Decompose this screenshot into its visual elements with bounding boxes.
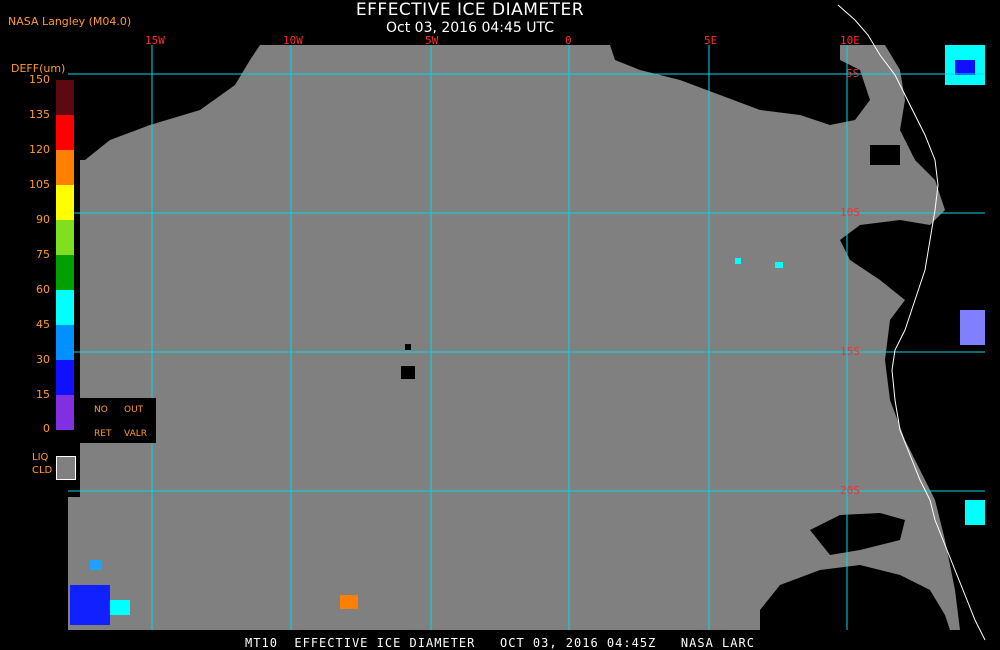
legend-tick: 60 <box>36 283 50 296</box>
no-label: NO <box>94 405 108 415</box>
ret-label: RET <box>94 429 112 439</box>
valr-label: VALR <box>124 429 148 439</box>
legend-tick: 105 <box>29 178 50 191</box>
color-bar-swatch <box>56 360 74 395</box>
no-data-patch-east <box>870 145 900 165</box>
lon-label-15w: 15W <box>145 34 165 47</box>
color-bar-swatch <box>56 255 74 290</box>
lon-label-10e: 10E <box>840 34 860 47</box>
lat-label-5s: 5S <box>846 67 860 80</box>
no-data-patch <box>401 366 415 379</box>
lat-label-15s: 15S <box>840 345 860 358</box>
liquid-cloud-swatch <box>56 456 76 480</box>
color-bar-swatch <box>56 220 74 255</box>
color-bar-swatch <box>56 150 74 185</box>
legend-tick: 30 <box>36 353 50 366</box>
lon-label-5w: 5W <box>425 34 439 47</box>
legend-tick: 135 <box>29 108 50 121</box>
lon-label-10w: 10W <box>283 34 303 47</box>
color-bar-swatch <box>56 325 74 360</box>
color-bar <box>56 80 74 430</box>
legend-tick: 150 <box>29 73 50 86</box>
legend-tick: 90 <box>36 213 50 226</box>
cld-label: CLD <box>32 465 53 476</box>
footer-caption: MT10 EFFECTIVE ICE DIAMETER OCT 03, 2016… <box>245 636 755 650</box>
color-bar-swatch <box>56 80 74 115</box>
color-bar-swatch <box>56 290 74 325</box>
legend-tick: 0 <box>43 422 50 435</box>
lat-label-20s: 20S <box>840 484 860 497</box>
no-data-patch-small <box>405 344 411 350</box>
map-canvas <box>68 4 986 641</box>
color-bar-swatch <box>56 395 74 430</box>
color-bar-swatch <box>56 115 74 150</box>
lon-label-5e: 5E <box>704 34 718 47</box>
lat-label-10s: 10S <box>840 206 860 219</box>
lon-label-0: 0 <box>565 34 572 47</box>
legend-tick: 15 <box>36 388 50 401</box>
legend-tick: 120 <box>29 143 50 156</box>
color-bar-swatch <box>56 185 74 220</box>
out-label: OUT <box>124 405 144 415</box>
legend-tick: 45 <box>36 318 50 331</box>
liq-label: LIQ <box>32 452 49 463</box>
legend-tick: 75 <box>36 248 50 261</box>
special-values-box: NO RET OUT VALR <box>80 398 156 443</box>
